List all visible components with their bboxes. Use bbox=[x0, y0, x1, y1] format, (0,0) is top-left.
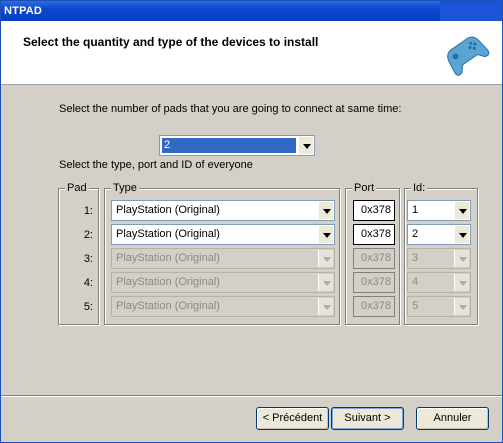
row-2-id-select[interactable]: 2 bbox=[407, 224, 471, 245]
chevron-down-icon bbox=[318, 274, 333, 291]
row-3-id-value: 3 bbox=[412, 252, 419, 264]
type-group-label: Type bbox=[111, 182, 139, 194]
row-4-port-field: 0x378 bbox=[353, 272, 395, 293]
row-4-id-select: 4 bbox=[407, 272, 471, 293]
row-1-id-select[interactable]: 1 bbox=[407, 200, 471, 221]
row-2-number: 2: bbox=[83, 229, 93, 241]
row-4-id-value: 4 bbox=[412, 276, 419, 288]
back-button[interactable]: < Précédent bbox=[256, 407, 329, 430]
pad-group-label: Pad bbox=[65, 182, 89, 194]
title-bar-controls bbox=[440, 1, 502, 21]
row-2-type-value: PlayStation (Original) bbox=[116, 228, 220, 240]
row-3-number: 3: bbox=[83, 253, 93, 265]
row-3-port-field: 0x378 bbox=[353, 248, 395, 269]
row-1-number: 1: bbox=[83, 205, 93, 217]
row-4-type-select: PlayStation (Original) bbox=[111, 272, 335, 293]
row-5-id-value: 5 bbox=[412, 300, 419, 312]
pad-count-select[interactable]: 2 bbox=[159, 135, 315, 156]
wizard-window: NTPAD Select the quantity and type of th… bbox=[0, 0, 503, 443]
row-1-id-value: 1 bbox=[412, 204, 419, 216]
header-title: Select the quantity and type of the devi… bbox=[23, 35, 319, 49]
chevron-down-icon bbox=[454, 250, 469, 267]
pad-count-value: 2 bbox=[162, 138, 296, 153]
chevron-down-icon bbox=[318, 298, 333, 315]
cancel-button[interactable]: Annuler bbox=[416, 407, 489, 430]
id-group-label: Id: bbox=[411, 182, 428, 194]
next-button[interactable]: Suivant > bbox=[331, 407, 404, 430]
row-5-number: 5: bbox=[83, 301, 93, 313]
chevron-down-icon[interactable] bbox=[318, 202, 333, 219]
row-1-type-select[interactable]: PlayStation (Original) bbox=[111, 200, 335, 221]
row-5-type-select: PlayStation (Original) bbox=[111, 296, 335, 317]
row-3-type-value: PlayStation (Original) bbox=[116, 252, 220, 264]
row-2-type-select[interactable]: PlayStation (Original) bbox=[111, 224, 335, 245]
chevron-down-icon[interactable] bbox=[454, 202, 469, 219]
row-2-port-field[interactable]: 0x378 bbox=[353, 224, 395, 245]
chevron-down-icon bbox=[454, 298, 469, 315]
gamepad-icon bbox=[447, 36, 490, 76]
title-bar[interactable]: NTPAD bbox=[1, 1, 502, 21]
row-4-type-value: PlayStation (Original) bbox=[116, 276, 220, 288]
quantity-prompt: Select the number of pads that you are g… bbox=[59, 103, 402, 115]
row-1-type-value: PlayStation (Original) bbox=[116, 204, 220, 216]
row-2-id-value: 2 bbox=[412, 228, 419, 240]
row-4-number: 4: bbox=[83, 277, 93, 289]
row-5-id-select: 5 bbox=[407, 296, 471, 317]
footer-divider bbox=[1, 395, 502, 397]
chevron-down-icon bbox=[318, 250, 333, 267]
row-1-port-field[interactable]: 0x378 bbox=[353, 200, 395, 221]
chevron-down-icon[interactable] bbox=[318, 226, 333, 243]
chevron-down-icon bbox=[454, 274, 469, 291]
type-prompt: Select the type, port and ID of everyone bbox=[59, 159, 253, 171]
row-3-id-select: 3 bbox=[407, 248, 471, 269]
window-title: NTPAD bbox=[4, 5, 43, 17]
row-5-type-value: PlayStation (Original) bbox=[116, 300, 220, 312]
wizard-header: Select the quantity and type of the devi… bbox=[1, 21, 502, 85]
row-5-port-field: 0x378 bbox=[353, 296, 395, 317]
chevron-down-icon[interactable] bbox=[454, 226, 469, 243]
row-3-type-select: PlayStation (Original) bbox=[111, 248, 335, 269]
chevron-down-icon[interactable] bbox=[298, 137, 313, 154]
port-group-label: Port bbox=[352, 182, 377, 194]
